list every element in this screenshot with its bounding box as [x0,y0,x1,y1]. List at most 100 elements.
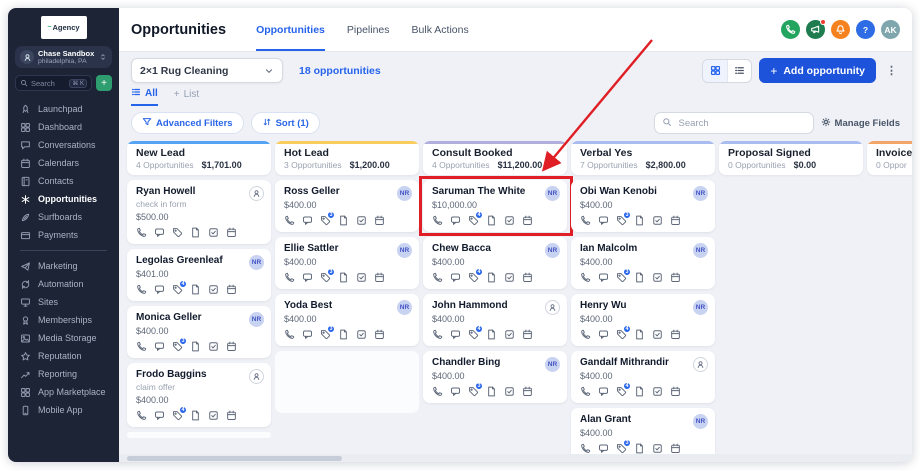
task-icon[interactable] [652,386,663,397]
header-tab-bulk-actions[interactable]: Bulk Actions [412,8,469,51]
call-icon[interactable] [432,215,443,226]
note-icon[interactable] [634,272,645,283]
sidebar-item-app-marketplace[interactable]: App Marketplace [8,383,119,401]
note-icon[interactable] [486,215,497,226]
tag-icon[interactable]: 3 [616,215,627,226]
sidebar-item-dashboard[interactable]: Dashboard [8,118,119,136]
appointment-icon[interactable] [374,329,385,340]
tag-icon[interactable]: 3 [320,329,331,340]
call-icon[interactable] [580,215,591,226]
message-icon[interactable] [154,227,165,238]
appointment-icon[interactable] [670,329,681,340]
message-icon[interactable] [598,386,609,397]
opportunities-count-link[interactable]: 18 opportunities [299,65,381,77]
agency-logo[interactable]: ~Agency [8,8,119,42]
tag-icon[interactable]: 4 [616,386,627,397]
appointment-icon[interactable] [670,443,681,454]
call-icon[interactable] [580,272,591,283]
tag-icon[interactable] [172,227,183,238]
message-icon[interactable] [450,215,461,226]
opportunity-card-henry-wu[interactable]: Henry WuNR $400.00 4 [571,294,715,346]
grid-view-button[interactable] [703,60,727,82]
appointment-icon[interactable] [374,215,385,226]
appointment-icon[interactable] [670,215,681,226]
note-icon[interactable] [338,215,349,226]
call-icon[interactable] [136,341,147,352]
opportunity-card-chandler-bing[interactable]: Chandler BingNR $400.00 3 [423,351,567,403]
tag-icon[interactable]: 4 [468,329,479,340]
opportunity-card-saruman-the-white[interactable]: Saruman The WhiteNR $10,000.00 4 [423,180,567,232]
task-icon[interactable] [504,272,515,283]
opportunity-card-legolas-greenleaf[interactable]: Legolas GreenleafNR $401.00 4 [127,249,271,301]
message-icon[interactable] [154,284,165,295]
more-options-button[interactable]: ⋮ [883,64,900,77]
task-icon[interactable] [208,227,219,238]
add-opportunity-button[interactable]: + Add opportunity [759,58,876,83]
appointment-icon[interactable] [670,386,681,397]
sidebar-item-contacts[interactable]: Contacts [8,172,119,190]
task-icon[interactable] [208,410,219,421]
note-icon[interactable] [486,386,497,397]
call-icon[interactable] [284,272,295,283]
opportunity-card-ian-malcolm[interactable]: Ian MalcolmNR $400.00 3 [571,237,715,289]
bell-button[interactable] [831,20,850,39]
tab-all[interactable]: All [131,87,158,106]
note-icon[interactable] [486,329,497,340]
task-icon[interactable] [356,272,367,283]
sidebar-item-payments[interactable]: Payments [8,226,119,244]
sidebar-item-surfboards[interactable]: Surfboards [8,208,119,226]
tag-icon[interactable]: 4 [468,272,479,283]
opportunity-card-monica-geller[interactable]: Monica GellerNR $400.00 3 [127,306,271,358]
opportunity-card-john-hammond[interactable]: John Hammond $400.00 4 [423,294,567,346]
horizontal-scrollbar[interactable] [119,454,912,462]
sidebar-item-reporting[interactable]: Reporting [8,365,119,383]
sidebar-item-marketing[interactable]: Marketing [8,257,119,275]
sidebar-item-reputation[interactable]: Reputation [8,347,119,365]
task-icon[interactable] [356,329,367,340]
board-search-input[interactable] [677,117,806,130]
phone-button[interactable] [781,20,800,39]
task-icon[interactable] [652,272,663,283]
message-icon[interactable] [302,329,313,340]
megaphone-button[interactable] [806,20,825,39]
tag-icon[interactable]: 4 [616,329,627,340]
opportunity-card-ryan-howell[interactable]: Ryan Howell check in form $500.00 [127,180,271,244]
tag-icon[interactable]: 3 [320,215,331,226]
advanced-filters-button[interactable]: Advanced Filters [131,112,244,134]
manage-fields-button[interactable]: Manage Fields [821,117,900,130]
task-icon[interactable] [208,284,219,295]
task-icon[interactable] [652,215,663,226]
appointment-icon[interactable] [226,284,237,295]
message-icon[interactable] [302,272,313,283]
opportunity-card-ellie-sattler[interactable]: Ellie SattlerNR $400.00 3 [275,237,419,289]
tab-add-list[interactable]: + List [174,89,199,106]
sidebar-item-mobile-app[interactable]: Mobile App [8,401,119,419]
note-icon[interactable] [338,329,349,340]
pipeline-select[interactable]: 2×1 Rug Cleaning [131,58,283,83]
sidebar-item-launchpad[interactable]: Launchpad [8,100,119,118]
message-icon[interactable] [450,272,461,283]
note-icon[interactable] [190,284,201,295]
note-icon[interactable] [190,410,201,421]
task-icon[interactable] [208,341,219,352]
tag-icon[interactable]: 3 [172,341,183,352]
tag-icon[interactable]: 3 [616,272,627,283]
message-icon[interactable] [154,410,165,421]
list-view-button[interactable] [727,60,751,82]
opportunity-card-ross-geller[interactable]: Ross GellerNR $400.00 3 [275,180,419,232]
task-icon[interactable] [504,329,515,340]
note-icon[interactable] [634,386,645,397]
appointment-icon[interactable] [670,272,681,283]
message-icon[interactable] [598,272,609,283]
note-icon[interactable] [634,443,645,454]
note-icon[interactable] [486,272,497,283]
appointment-icon[interactable] [226,227,237,238]
tag-icon[interactable]: 3 [468,386,479,397]
header-tab-pipelines[interactable]: Pipelines [347,8,390,51]
account-switcher[interactable]: Chase Sandbox philadelphia, PA [15,46,112,68]
appointment-icon[interactable] [522,329,533,340]
note-icon[interactable] [338,272,349,283]
task-icon[interactable] [504,215,515,226]
call-icon[interactable] [580,386,591,397]
message-icon[interactable] [598,215,609,226]
